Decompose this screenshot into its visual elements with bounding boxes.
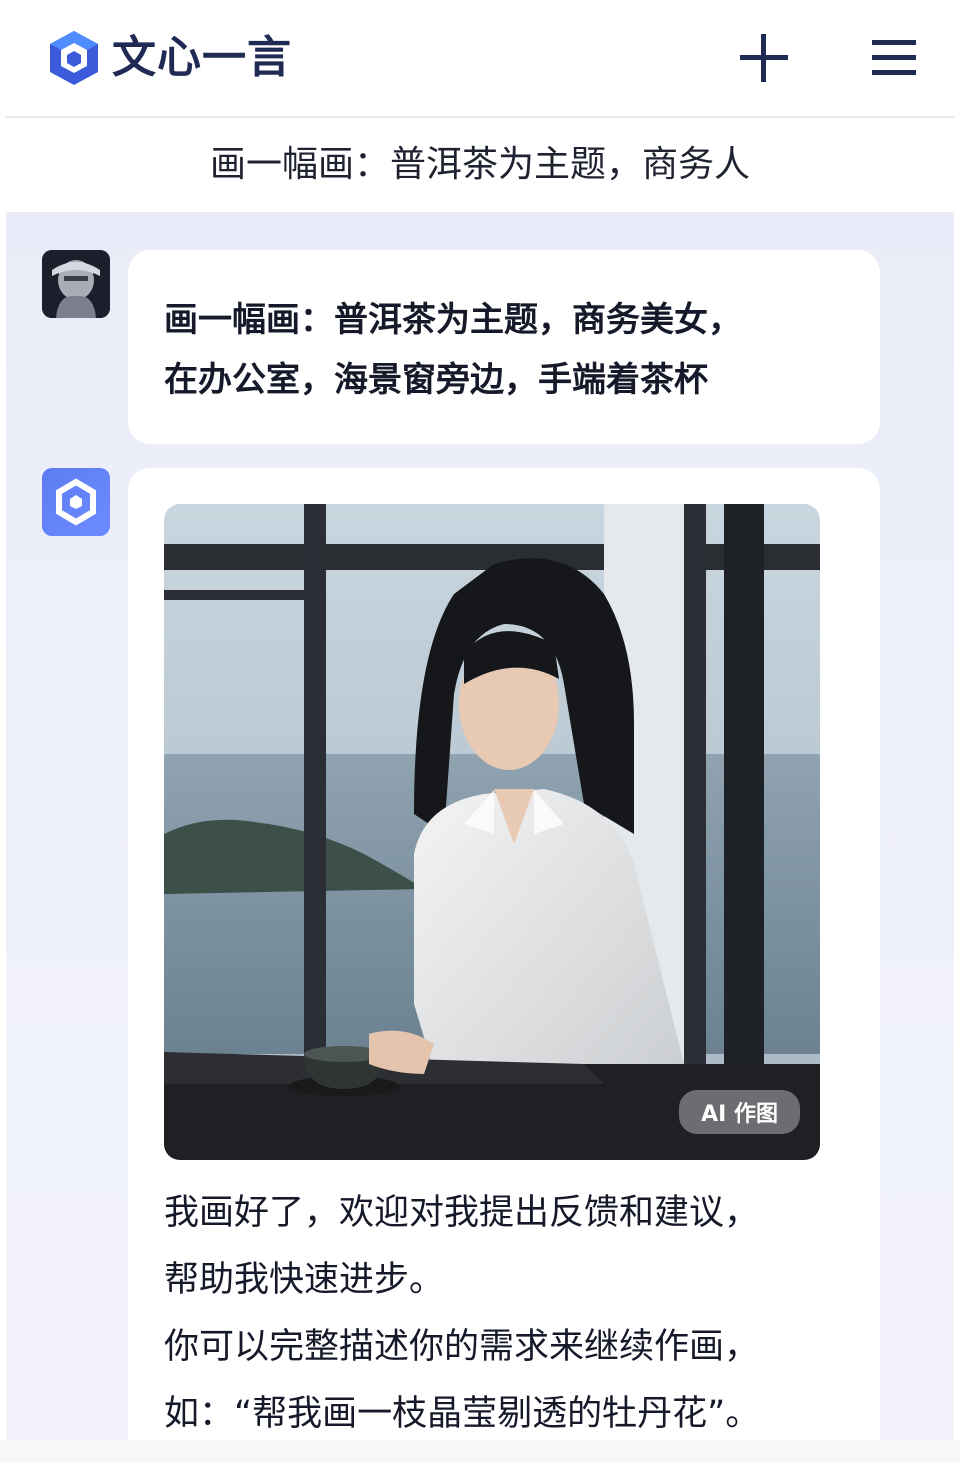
ernie-bot-icon: [56, 478, 96, 526]
hamburger-menu-icon[interactable]: [868, 34, 920, 82]
assistant-message-line: 如：“帮我画一枝晶莹剔透的牡丹花”。: [164, 1394, 761, 1434]
assistant-message-text: 我画好了，欢迎对我提出反馈和建议， 帮助我快速进步。 你可以完整描述你的需求来继…: [164, 1180, 844, 1440]
conversation-title-bar: 画一幅画：普洱茶为主题，商务人: [6, 120, 954, 212]
chat-area: 画一幅画：普洱茶为主题，商务美女， 在办公室，海景窗旁边，手端着茶杯 AI 作图…: [6, 212, 954, 1440]
conversation-title[interactable]: 画一幅画：普洱茶为主题，商务人: [6, 140, 954, 190]
generated-image[interactable]: AI 作图: [164, 504, 820, 1160]
user-message-line: 画一幅画：普洱茶为主题，商务美女，: [164, 300, 742, 340]
ernie-logo-icon[interactable]: [44, 28, 104, 88]
user-message-text: 画一幅画：普洱茶为主题，商务美女， 在办公室，海景窗旁边，手端着茶杯: [164, 290, 844, 410]
assistant-message-line: 我画好了，欢迎对我提出反馈和建议，: [164, 1193, 760, 1233]
ernie-bot-avatar[interactable]: [42, 468, 110, 536]
ai-image-tag: AI 作图: [679, 1090, 800, 1134]
user-message-line: 在办公室，海景窗旁边，手端着茶杯: [164, 360, 708, 400]
app-name: 文心一言: [112, 32, 292, 83]
assistant-message-line: 帮助我快速进步。: [164, 1260, 445, 1300]
user-avatar-image: [42, 250, 110, 318]
bottom-edge: [0, 1440, 960, 1462]
generated-image-illustration: [164, 504, 820, 1160]
plus-icon[interactable]: [736, 30, 792, 86]
app-header: 文心一言: [6, 0, 954, 118]
assistant-message-line: 你可以完整描述你的需求来继续作画，: [164, 1327, 760, 1367]
user-message-bubble[interactable]: 画一幅画：普洱茶为主题，商务美女， 在办公室，海景窗旁边，手端着茶杯: [128, 250, 880, 444]
assistant-message-bubble[interactable]: AI 作图 我画好了，欢迎对我提出反馈和建议， 帮助我快速进步。 你可以完整描述…: [128, 468, 880, 1440]
user-avatar[interactable]: [42, 250, 110, 318]
